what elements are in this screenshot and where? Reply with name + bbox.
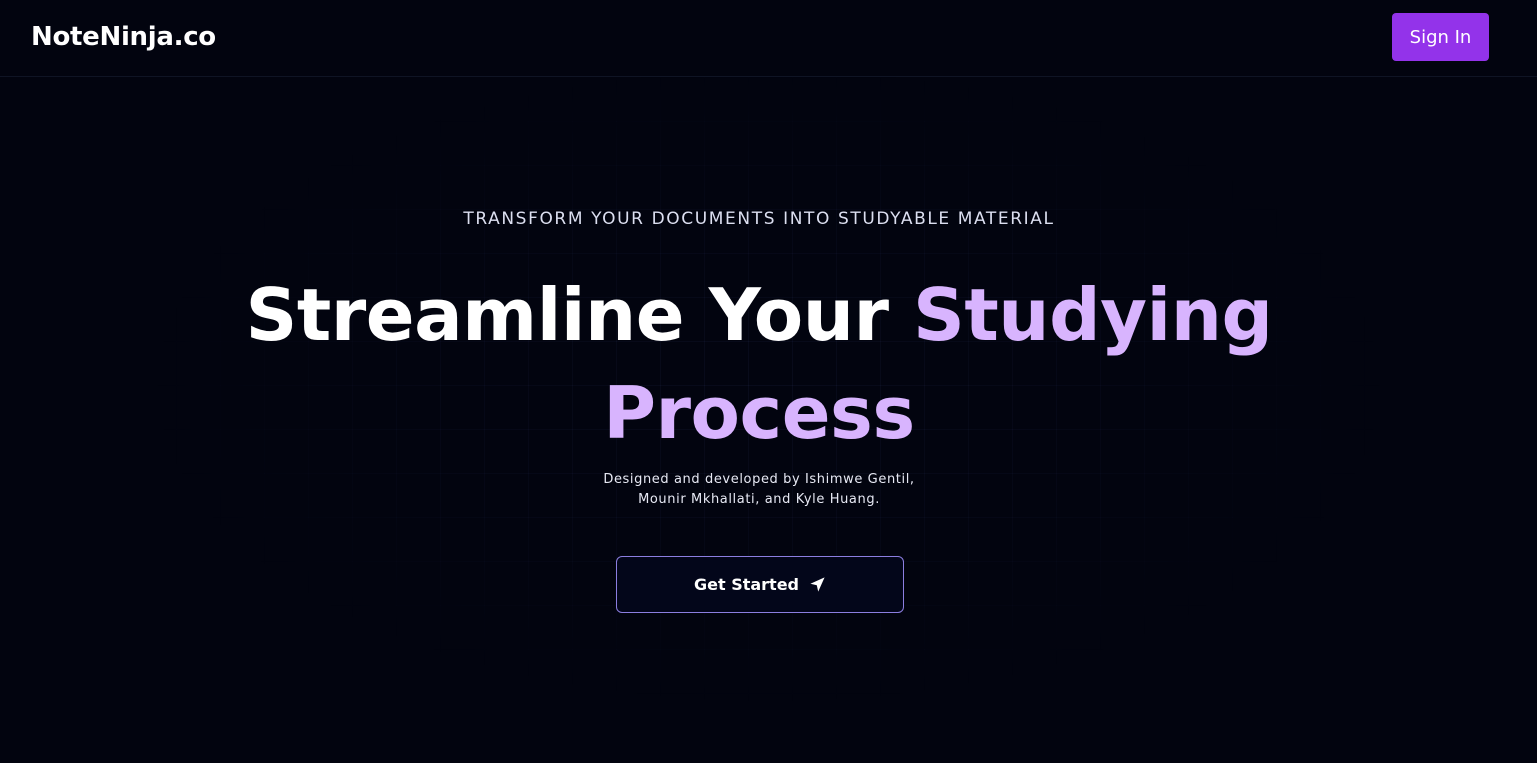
landing-page: NoteNinja.co Sign In TRANSFORM YOUR DOCU… [0,0,1537,763]
headline-text: Streamline Your [245,273,914,357]
headline-accent-process: Process [603,371,915,455]
hero-credit: Designed and developed by Ishimwe Gentil… [0,470,1518,510]
hero-headline: Streamline Your Studying Process [0,266,1518,462]
get-started-button[interactable]: Get Started [616,556,904,613]
paper-plane-icon [809,576,826,593]
credit-line-2: Mounir Mkhallati, and Kyle Huang. [638,492,880,507]
headline-accent-studying: Studying [913,273,1273,357]
hero-eyebrow: TRANSFORM YOUR DOCUMENTS INTO STUDYABLE … [463,209,1055,229]
hero-section: TRANSFORM YOUR DOCUMENTS INTO STUDYABLE … [0,0,1537,763]
get-started-label: Get Started [693,575,799,594]
credit-line-1: Designed and developed by Ishimwe Gentil… [603,472,915,487]
